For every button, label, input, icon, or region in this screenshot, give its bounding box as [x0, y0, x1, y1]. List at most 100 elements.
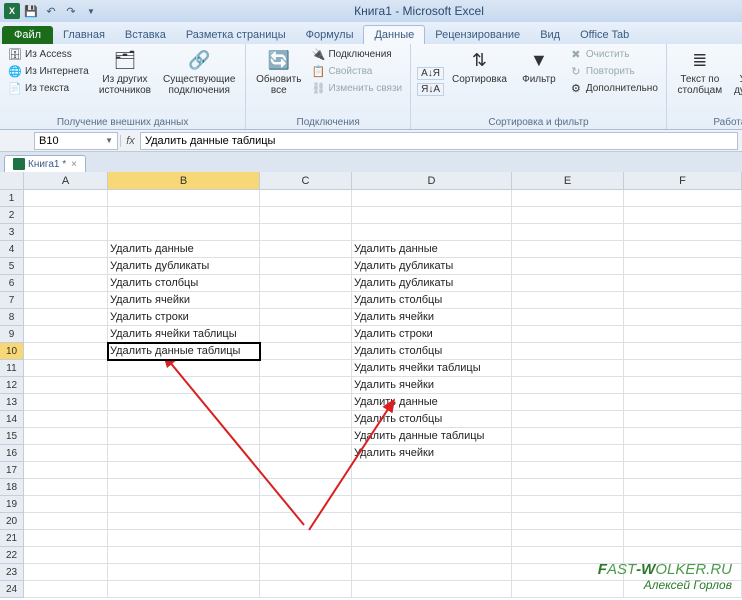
cell[interactable]: Удалить ячейки	[108, 292, 260, 309]
cell[interactable]	[24, 581, 108, 598]
cells-area[interactable]: Удалить данныеУдалить данныеУдалить дубл…	[24, 190, 742, 598]
cell[interactable]	[352, 462, 512, 479]
cell[interactable]: Удалить ячейки	[352, 309, 512, 326]
from-text-button[interactable]: 📄Из текста	[6, 80, 91, 96]
qat-dropdown-icon[interactable]: ▼	[82, 2, 100, 20]
cell[interactable]	[24, 496, 108, 513]
close-icon[interactable]: ×	[71, 159, 77, 170]
cell[interactable]: Удалить ячейки таблицы	[108, 326, 260, 343]
cell[interactable]	[352, 207, 512, 224]
cell[interactable]	[108, 479, 260, 496]
cell[interactable]	[512, 258, 624, 275]
cell[interactable]	[512, 207, 624, 224]
cell[interactable]	[512, 428, 624, 445]
from-web-button[interactable]: 🌐Из Интернета	[6, 63, 91, 79]
cell[interactable]	[624, 445, 742, 462]
cell[interactable]	[260, 564, 352, 581]
cell[interactable]	[624, 309, 742, 326]
col-header-F[interactable]: F	[624, 172, 742, 190]
cell[interactable]	[352, 547, 512, 564]
cell[interactable]	[260, 513, 352, 530]
cell[interactable]	[512, 496, 624, 513]
tab-insert[interactable]: Вставка	[115, 26, 176, 44]
cell[interactable]	[108, 530, 260, 547]
save-icon[interactable]: 💾	[22, 2, 40, 20]
redo-icon[interactable]: ↷	[62, 2, 80, 20]
cell[interactable]	[512, 224, 624, 241]
row-header[interactable]: 22	[0, 547, 24, 564]
cell[interactable]	[108, 207, 260, 224]
cell[interactable]	[624, 394, 742, 411]
cell[interactable]	[512, 411, 624, 428]
cell[interactable]	[624, 207, 742, 224]
row-header[interactable]: 1	[0, 190, 24, 207]
cell[interactable]	[108, 513, 260, 530]
row-header[interactable]: 15	[0, 428, 24, 445]
cell[interactable]	[512, 241, 624, 258]
cell[interactable]	[260, 581, 352, 598]
cell[interactable]	[624, 496, 742, 513]
cell[interactable]	[24, 547, 108, 564]
cell[interactable]: Удалить дубликаты	[108, 258, 260, 275]
cell[interactable]	[624, 326, 742, 343]
col-header-C[interactable]: C	[260, 172, 352, 190]
cell[interactable]	[260, 326, 352, 343]
row-header[interactable]: 12	[0, 377, 24, 394]
cell[interactable]	[24, 428, 108, 445]
connections-button[interactable]: 🔌Подключения	[309, 46, 404, 62]
from-access-button[interactable]: 🗄Из Access	[6, 46, 91, 62]
cell[interactable]: Удалить ячейки	[352, 445, 512, 462]
cell[interactable]	[108, 190, 260, 207]
cell[interactable]	[24, 479, 108, 496]
cell[interactable]	[624, 462, 742, 479]
cell[interactable]	[260, 428, 352, 445]
cell[interactable]	[260, 309, 352, 326]
select-all-button[interactable]	[0, 172, 24, 190]
cell[interactable]	[24, 394, 108, 411]
cell[interactable]	[624, 275, 742, 292]
cell[interactable]	[624, 513, 742, 530]
cell[interactable]	[260, 292, 352, 309]
cell[interactable]: Удалить данные таблицы	[352, 428, 512, 445]
cell[interactable]	[624, 360, 742, 377]
cell[interactable]	[352, 496, 512, 513]
cell[interactable]: Удалить дубликаты	[352, 258, 512, 275]
cell[interactable]	[512, 190, 624, 207]
col-header-D[interactable]: D	[352, 172, 512, 190]
cell[interactable]	[512, 292, 624, 309]
cell[interactable]	[512, 462, 624, 479]
sort-az-button[interactable]: А↓Я	[417, 67, 444, 80]
filter-button[interactable]: ▼Фильтр	[515, 46, 563, 116]
row-header[interactable]: 19	[0, 496, 24, 513]
col-header-E[interactable]: E	[512, 172, 624, 190]
cell[interactable]: Удалить строки	[108, 309, 260, 326]
cell[interactable]	[624, 224, 742, 241]
row-header[interactable]: 14	[0, 411, 24, 428]
cell[interactable]	[512, 343, 624, 360]
row-header[interactable]: 18	[0, 479, 24, 496]
refresh-all-button[interactable]: 🔄Обновить все	[252, 46, 305, 116]
cell[interactable]	[512, 360, 624, 377]
tab-view[interactable]: Вид	[530, 26, 570, 44]
cell[interactable]	[24, 377, 108, 394]
cell[interactable]	[108, 377, 260, 394]
cell[interactable]: Удалить данные	[352, 394, 512, 411]
cell[interactable]	[260, 394, 352, 411]
cell[interactable]	[24, 207, 108, 224]
cell[interactable]	[352, 479, 512, 496]
cell[interactable]	[512, 513, 624, 530]
cell[interactable]	[260, 445, 352, 462]
cell[interactable]	[352, 530, 512, 547]
cell[interactable]	[24, 258, 108, 275]
row-header[interactable]: 5	[0, 258, 24, 275]
cell[interactable]	[24, 309, 108, 326]
cell[interactable]	[512, 479, 624, 496]
cell[interactable]	[108, 360, 260, 377]
row-header[interactable]: 16	[0, 445, 24, 462]
cell[interactable]	[24, 275, 108, 292]
row-header[interactable]: 20	[0, 513, 24, 530]
fx-button[interactable]: fx	[120, 135, 140, 147]
tab-review[interactable]: Рецензирование	[425, 26, 530, 44]
cell[interactable]	[108, 445, 260, 462]
cell[interactable]	[352, 224, 512, 241]
